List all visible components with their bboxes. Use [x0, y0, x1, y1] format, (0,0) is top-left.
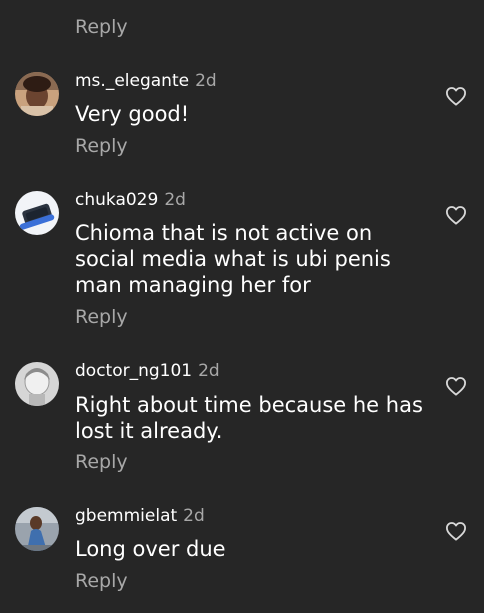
- timestamp: 2d: [164, 190, 186, 210]
- comment-meta: ms._elegante 2d: [75, 69, 217, 93]
- heart-outline-icon[interactable]: [445, 376, 467, 396]
- heart-outline-icon[interactable]: [445, 521, 467, 541]
- reply-button[interactable]: Reply: [75, 303, 128, 331]
- avatar[interactable]: [15, 72, 59, 116]
- username[interactable]: chuka029: [75, 190, 158, 210]
- comment-meta: gbemmielat 2d: [75, 504, 205, 528]
- comment-text: Chioma that is not active on social medi…: [75, 221, 391, 297]
- username[interactable]: ms._elegante: [75, 71, 189, 91]
- comment-text: Long over due: [75, 537, 226, 561]
- avatar[interactable]: [15, 507, 59, 551]
- heart-outline-icon[interactable]: [445, 205, 467, 225]
- comment-meta: doctor_ng101 2d: [75, 359, 220, 383]
- reply-button[interactable]: Reply: [75, 13, 128, 41]
- timestamp: 2d: [198, 361, 220, 381]
- reply-button[interactable]: Reply: [75, 448, 128, 476]
- comment-text: Very good!: [75, 102, 190, 126]
- avatar[interactable]: [15, 191, 59, 235]
- username[interactable]: doctor_ng101: [75, 361, 192, 381]
- comment-text: Right about time because he has lost it …: [75, 393, 423, 443]
- reply-button[interactable]: Reply: [75, 132, 128, 160]
- comment-meta: chuka029 2d: [75, 188, 186, 212]
- username[interactable]: gbemmielat: [75, 506, 177, 526]
- reply-button[interactable]: Reply: [75, 567, 128, 595]
- timestamp: 2d: [183, 506, 205, 526]
- avatar[interactable]: [15, 362, 59, 406]
- heart-outline-icon[interactable]: [445, 86, 467, 106]
- timestamp: 2d: [195, 71, 217, 91]
